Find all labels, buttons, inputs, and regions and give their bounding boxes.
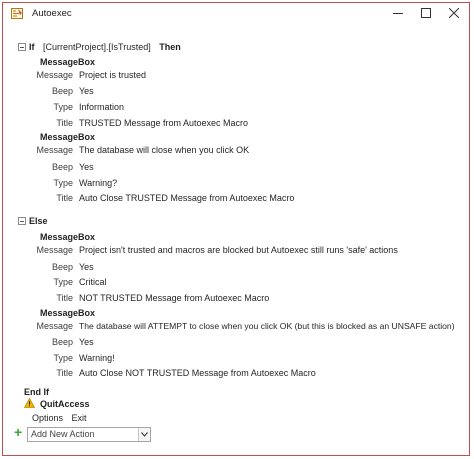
argument-value[interactable]: Information [79, 101, 124, 113]
argument-value[interactable]: Exit [72, 413, 87, 423]
argument-label: Message [36, 321, 73, 331]
argument-label: Message [36, 245, 73, 255]
argument-label: Options [32, 413, 64, 423]
collapse-else-button[interactable] [18, 217, 26, 225]
argument-value[interactable]: The database will close when you click O… [79, 144, 249, 156]
action-name[interactable]: MessageBox [40, 231, 95, 243]
argument-label: Beep [51, 262, 73, 272]
action-name[interactable]: QuitAccess [40, 398, 90, 410]
argument-value[interactable]: Critical [79, 276, 107, 288]
argument-label: Beep [51, 86, 73, 96]
window-title: Autoexec [32, 8, 72, 19]
argument-value[interactable]: Project is trusted [79, 69, 146, 81]
argument-value[interactable]: Warning! [79, 352, 115, 364]
argument-label: Type [53, 353, 73, 363]
title-bar: Autoexec [3, 3, 469, 23]
collapse-if-button[interactable] [18, 43, 26, 51]
dropdown-button[interactable] [138, 428, 150, 441]
close-icon [449, 8, 459, 18]
argument-label: Title [56, 193, 73, 203]
macro-designer-window: Autoexec If [CurrentProject].[IsTrusted]… [2, 2, 470, 456]
chevron-down-icon [141, 432, 148, 437]
argument-value[interactable]: Yes [79, 85, 94, 97]
macro-icon [11, 8, 23, 19]
argument-label: Title [56, 118, 73, 128]
if-keyword: If [29, 42, 35, 52]
argument-value[interactable]: Yes [79, 336, 94, 348]
plus-icon[interactable]: + [14, 425, 22, 439]
argument-label: Message [36, 145, 73, 155]
action-name[interactable]: MessageBox [40, 131, 95, 143]
maximize-icon [421, 8, 431, 18]
argument-value[interactable]: The database will ATTEMPT to close when … [79, 320, 455, 332]
argument-label: Beep [51, 162, 73, 172]
then-keyword: Then [159, 42, 181, 52]
argument-value[interactable]: TRUSTED Message from Autoexec Macro [79, 117, 248, 129]
end-if-keyword: End If [24, 387, 49, 397]
quit-options-row: Options Exit [32, 412, 87, 424]
minimize-button[interactable] [383, 5, 413, 21]
action-name[interactable]: MessageBox [40, 56, 95, 68]
argument-value[interactable]: Auto Close TRUSTED Message from Autoexec… [79, 192, 294, 204]
warning-icon [24, 398, 35, 408]
argument-label: Type [53, 277, 73, 287]
argument-value[interactable]: Warning? [79, 177, 117, 189]
add-new-action-combobox[interactable]: Add New Action [27, 427, 151, 442]
if-header[interactable]: If [CurrentProject].[IsTrusted] Then [29, 41, 181, 53]
close-button[interactable] [439, 5, 469, 21]
argument-value[interactable]: Project isn't trusted and macros are blo… [79, 244, 398, 256]
argument-value[interactable]: Yes [79, 261, 94, 273]
action-name[interactable]: MessageBox [40, 307, 95, 319]
minimize-icon [393, 13, 403, 14]
argument-label: Title [56, 293, 73, 303]
else-keyword[interactable]: Else [29, 215, 48, 227]
argument-value[interactable]: Yes [79, 161, 94, 173]
add-new-action-placeholder: Add New Action [31, 429, 95, 439]
macro-body: If [CurrentProject].[IsTrusted] Then Mes… [3, 23, 469, 455]
argument-label: Message [36, 70, 73, 80]
argument-label: Title [56, 368, 73, 378]
if-condition[interactable]: [CurrentProject].[IsTrusted] [43, 42, 151, 52]
argument-value[interactable]: NOT TRUSTED Message from Autoexec Macro [79, 292, 269, 304]
argument-label: Beep [51, 337, 73, 347]
argument-label: Type [53, 102, 73, 112]
argument-value[interactable]: Auto Close NOT TRUSTED Message from Auto… [79, 367, 316, 379]
maximize-button[interactable] [411, 5, 441, 21]
argument-label: Type [53, 178, 73, 188]
